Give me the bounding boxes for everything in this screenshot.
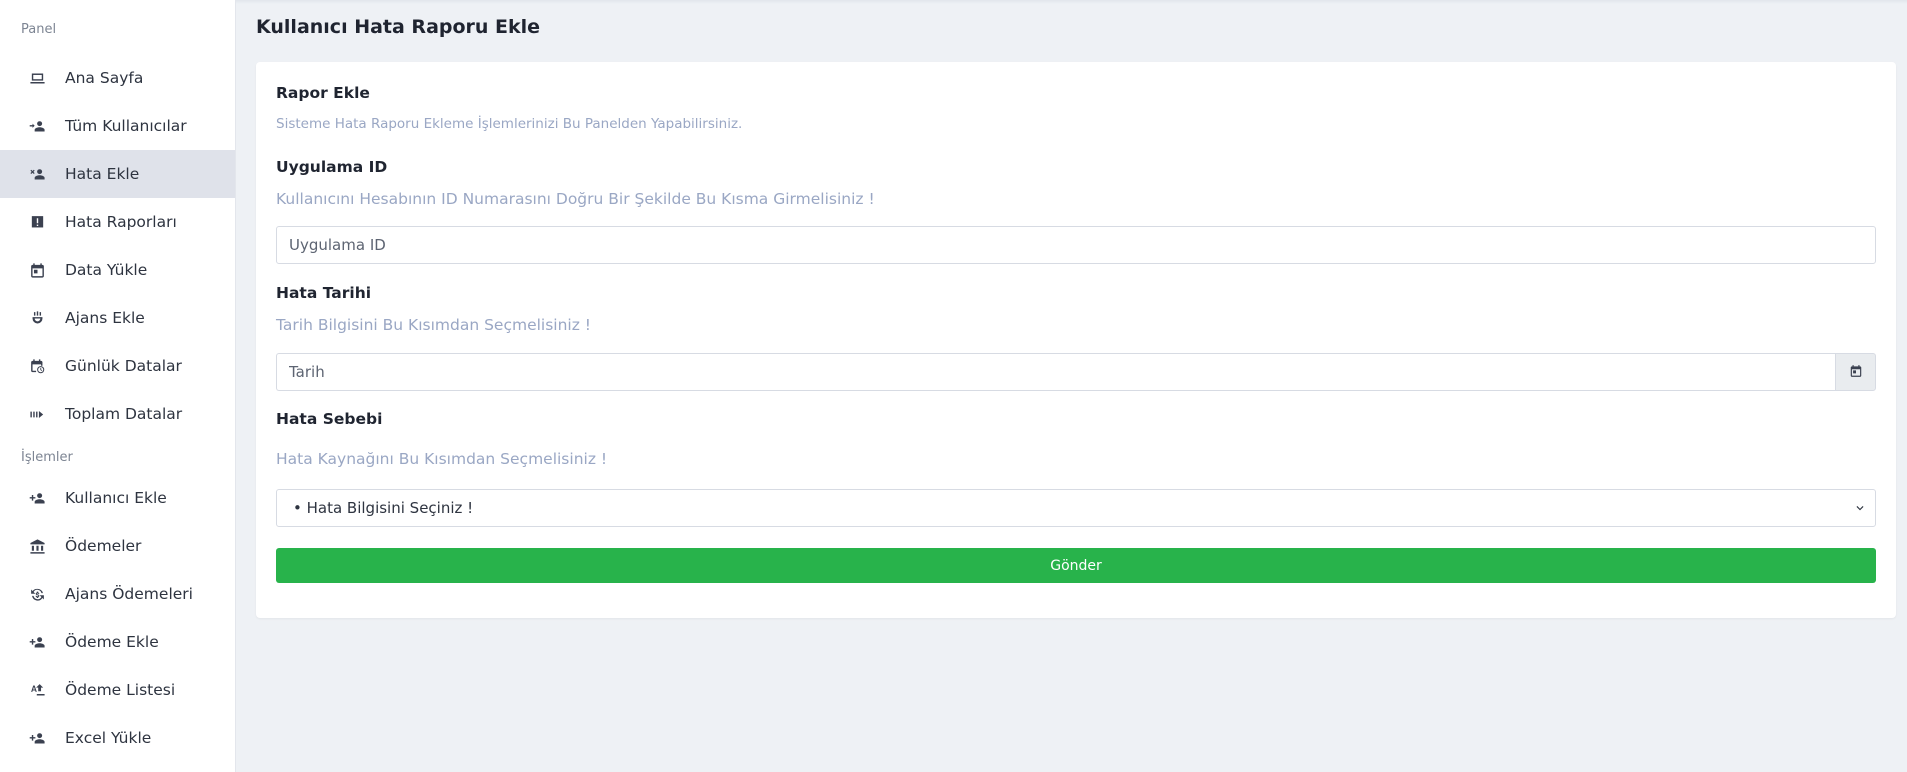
user-add-icon — [28, 729, 46, 747]
calendar-button[interactable] — [1835, 353, 1876, 391]
text-icon — [28, 681, 46, 699]
sidebar-item-data-yükle[interactable]: Data Yükle — [0, 246, 235, 294]
top-shadow — [236, 0, 1907, 4]
reason-select-value: • Hata Bilgisini Seçiniz ! — [293, 499, 474, 517]
card-title: Rapor Ekle — [276, 84, 370, 102]
sidebar-item-toplam-datalar[interactable]: Toplam Datalar — [0, 390, 235, 438]
sidebar-item-label: Ödeme Ekle — [65, 633, 159, 651]
chevron-down-icon — [1853, 501, 1867, 515]
sidebar-item-label: Ödeme Listesi — [65, 681, 176, 699]
sidebar-item-label: Ajans Ekle — [65, 309, 145, 327]
users-arrow-icon — [28, 117, 46, 135]
section-label-panel: Panel — [21, 22, 57, 37]
sidebar-item-label: Hata Ekle — [65, 165, 140, 183]
reason-hint: Hata Kaynağını Bu Kısımdan Seçmelisiniz … — [276, 450, 608, 468]
money-cycle-icon — [28, 585, 46, 603]
sidebar-item-label: Data Yükle — [65, 261, 148, 279]
date-label: Hata Tarihi — [276, 284, 372, 302]
sidebar-item-günlük-datalar[interactable]: Günlük Datalar — [0, 342, 235, 390]
app-id-input[interactable] — [276, 226, 1876, 264]
sidebar-item-ajans-ödemeleri[interactable]: Ajans Ödemeleri — [0, 570, 235, 618]
bank-icon — [28, 537, 46, 555]
sidebar-item-excel-yükle[interactable]: Excel Yükle — [0, 714, 235, 762]
reason-select[interactable]: • Hata Bilgisini Seçiniz ! — [276, 489, 1876, 527]
sidebar-item-hata-raporları[interactable]: Hata Raporları — [0, 198, 235, 246]
nav-list-islemler: Kullanıcı Ekle Ödemeler Ajans Ödemeleri Öde… — [0, 474, 235, 762]
submit-button[interactable]: Gönder — [276, 548, 1876, 583]
calendar-icon — [1849, 363, 1863, 382]
user-add-icon — [28, 633, 46, 651]
sidebar-item-label: Kullanıcı Ekle — [65, 489, 167, 507]
arrow-right-icon — [28, 405, 46, 423]
card-subtitle: Sisteme Hata Raporu Ekleme İşlemlerinizi… — [276, 116, 743, 132]
sidebar-item-label: Ana Sayfa — [65, 69, 144, 87]
sidebar-item-ödemeler[interactable]: Ödemeler — [0, 522, 235, 570]
section-label-islemler: İşlemler — [21, 450, 73, 465]
date-hint: Tarih Bilgisini Bu Kısımdan Seçmelisiniz… — [276, 316, 592, 334]
sidebar-item-label: Ajans Ödemeleri — [65, 585, 193, 603]
sidebar-item-ajans-ekle[interactable]: Ajans Ekle — [0, 294, 235, 342]
date-input[interactable] — [276, 353, 1835, 391]
sidebar-item-ödeme-ekle[interactable]: Ödeme Ekle — [0, 618, 235, 666]
calendar-clock-icon — [28, 357, 46, 375]
sidebar-item-ana-sayfa[interactable]: Ana Sayfa — [0, 54, 235, 102]
sidebar-item-label: Hata Raporları — [65, 213, 177, 231]
page-title: Kullanıcı Hata Raporu Ekle — [256, 16, 541, 38]
sidebar-item-label: Toplam Datalar — [65, 405, 183, 423]
agency-icon — [28, 309, 46, 327]
sidebar-item-label: Ödemeler — [65, 537, 142, 555]
form-card: Rapor Ekle Sisteme Hata Raporu Ekleme İş… — [256, 62, 1896, 618]
sidebar-item-kullanıcı-ekle[interactable]: Kullanıcı Ekle — [0, 474, 235, 522]
date-field-group — [276, 353, 1876, 391]
sidebar-item-label: Günlük Datalar — [65, 357, 182, 375]
app-id-hint: Kullanıcını Hesabının ID Numarasını Doğr… — [276, 190, 875, 208]
reason-label: Hata Sebebi — [276, 410, 383, 428]
user-remove-icon — [28, 165, 46, 183]
laptop-icon — [28, 69, 46, 87]
report-icon — [28, 213, 46, 231]
sidebar-item-label: Excel Yükle — [65, 729, 152, 747]
sidebar-item-label: Tüm Kullanıcılar — [65, 117, 187, 135]
main-content: Kullanıcı Hata Raporu Ekle Rapor Ekle Si… — [236, 0, 1907, 772]
nav-list-panel: Ana Sayfa Tüm Kullanıcılar Hata Ekle Hata R… — [0, 54, 235, 438]
sidebar-item-hata-ekle[interactable]: Hata Ekle — [0, 150, 235, 198]
user-add-icon — [28, 489, 46, 507]
sidebar: Panel Ana Sayfa Tüm Kullanıcılar Hata Ekle… — [0, 0, 236, 772]
sidebar-item-ödeme-listesi[interactable]: Ödeme Listesi — [0, 666, 235, 714]
app-id-label: Uygulama ID — [276, 158, 388, 176]
sidebar-item-tüm-kullanıcılar[interactable]: Tüm Kullanıcılar — [0, 102, 235, 150]
calendar-icon — [28, 261, 46, 279]
